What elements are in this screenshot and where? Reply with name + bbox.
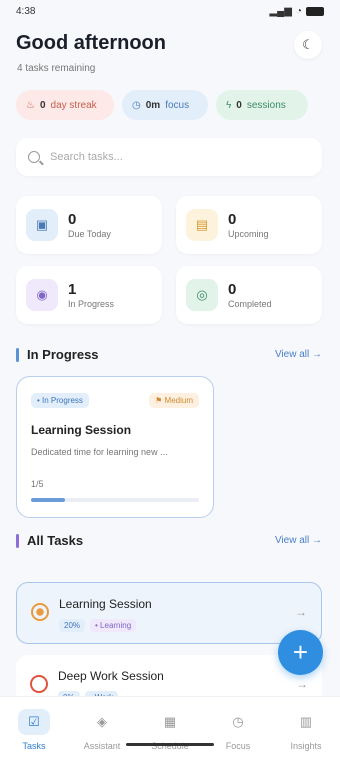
section-title: In Progress xyxy=(27,347,99,362)
stat-label: In Progress xyxy=(68,299,115,309)
summary-chips: ♨ 0 day streak ◷ 0m focus ϟ 0 sessions xyxy=(16,90,308,120)
focus-label: focus xyxy=(165,99,190,111)
section-accent xyxy=(16,347,19,362)
plus-icon: + xyxy=(292,637,309,667)
status-icons: ▂▄▆ ◔ xyxy=(269,6,324,17)
section-title: All Tasks xyxy=(27,533,84,548)
streak-label: day streak xyxy=(50,99,97,111)
stat-value: 0 xyxy=(228,281,237,298)
bottom-nav: ☑ Tasks ◈ Assistant ▦ Schedule ◷ Focus ▥… xyxy=(0,696,340,757)
home-indicator xyxy=(126,743,214,746)
task-tags: 20% • Learning xyxy=(59,619,137,632)
progress-fill xyxy=(31,498,65,502)
moon-icon: ☾ xyxy=(302,37,314,52)
focus-value: 0m xyxy=(145,99,161,111)
sessions-chip: ϟ 0 sessions xyxy=(216,90,308,120)
search-input[interactable]: Search tasks... xyxy=(16,138,322,176)
flame-icon: ♨ xyxy=(26,99,35,111)
task-status-circle[interactable] xyxy=(30,675,48,693)
streak-value: 0 xyxy=(39,99,46,111)
chart-icon: ▥ xyxy=(299,714,313,729)
calendar-icon: ▣ xyxy=(26,209,58,241)
stat-completed[interactable]: ◎ 0 Completed xyxy=(176,266,322,324)
robot-icon: ◈ xyxy=(97,714,107,729)
task-title: Deep Work Session xyxy=(58,669,164,683)
task-row[interactable]: Learning Session 20% • Learning → xyxy=(16,582,322,644)
stat-upcoming[interactable]: ▤ 0 Upcoming xyxy=(176,196,322,254)
task-progress-fraction: 1/5 xyxy=(31,479,44,489)
wifi-icon: ◔ xyxy=(295,5,302,17)
battery-icon xyxy=(306,6,324,16)
stat-value: 0 xyxy=(68,211,77,228)
greeting-title: Good afternoon xyxy=(16,32,166,54)
calendar-upcoming-icon: ▤ xyxy=(186,209,218,241)
sessions-label: sessions xyxy=(246,99,286,111)
clock-icon: ◷ xyxy=(132,99,141,111)
search-icon xyxy=(28,151,40,163)
progress-circle-icon: ◉ xyxy=(26,279,58,311)
arrow-right-icon: → xyxy=(295,605,307,619)
in-progress-view-all-link[interactable]: View all → xyxy=(275,349,322,360)
status-badge: • In Progress xyxy=(31,393,89,408)
stat-label: Due Today xyxy=(68,229,111,239)
nav-schedule[interactable]: ▦ Schedule xyxy=(140,697,200,757)
task-description: Dedicated time for learning new ... xyxy=(31,447,168,457)
all-tasks-header: All Tasks xyxy=(16,533,83,548)
nav-label: Tasks xyxy=(22,741,46,751)
sessions-value: 0 xyxy=(236,99,242,111)
theme-toggle-button[interactable]: ☾ xyxy=(294,31,322,59)
nav-assistant[interactable]: ◈ Assistant xyxy=(72,697,132,757)
status-time: 4:38 xyxy=(16,5,36,17)
stat-in-progress[interactable]: ◉ 1 In Progress xyxy=(16,266,162,324)
priority-badge: ⚑ Medium xyxy=(149,393,199,408)
checkbox-icon: ☑ xyxy=(18,709,50,735)
add-task-button[interactable]: + xyxy=(278,630,323,675)
timer-icon: ◷ xyxy=(232,714,244,729)
stat-label: Upcoming xyxy=(228,229,269,239)
search-placeholder: Search tasks... xyxy=(50,151,123,163)
task-status-circle[interactable] xyxy=(31,603,49,621)
in-progress-header: In Progress xyxy=(16,347,99,362)
stat-value: 0 xyxy=(228,211,237,228)
signal-icon: ▂▄▆ xyxy=(269,5,292,17)
nav-focus[interactable]: ◷ Focus xyxy=(208,697,268,757)
stat-due-today[interactable]: ▣ 0 Due Today xyxy=(16,196,162,254)
task-title: Learning Session xyxy=(31,423,132,437)
progress-tag: 20% xyxy=(59,619,86,632)
stat-value: 1 xyxy=(68,281,77,298)
focus-chip: ◷ 0m focus xyxy=(122,90,208,120)
bolt-icon: ϟ xyxy=(226,99,232,111)
nav-label: Insights xyxy=(290,741,322,751)
nav-tasks[interactable]: ☑ Tasks xyxy=(4,697,64,757)
section-accent xyxy=(16,533,19,548)
in-progress-task-card[interactable]: • In Progress ⚑ Medium Learning Session … xyxy=(16,376,214,518)
check-circle-icon: ◎ xyxy=(186,279,218,311)
status-bar: 4:38 ▂▄▆ ◔ xyxy=(0,0,340,22)
stat-label: Completed xyxy=(228,299,272,309)
calendar-icon: ▦ xyxy=(163,714,177,729)
task-title: Learning Session xyxy=(59,597,152,611)
all-tasks-view-all-link[interactable]: View all → xyxy=(275,535,322,546)
category-tag: • Learning xyxy=(90,619,137,632)
arrow-right-icon: → xyxy=(296,677,308,691)
nav-label: Assistant xyxy=(83,741,121,751)
nav-label: Focus xyxy=(225,741,251,751)
nav-insights[interactable]: ▥ Insights xyxy=(276,697,336,757)
progress-track xyxy=(31,498,199,502)
streak-chip: ♨ 0 day streak xyxy=(16,90,114,120)
tasks-remaining: 4 tasks remaining xyxy=(17,63,96,74)
